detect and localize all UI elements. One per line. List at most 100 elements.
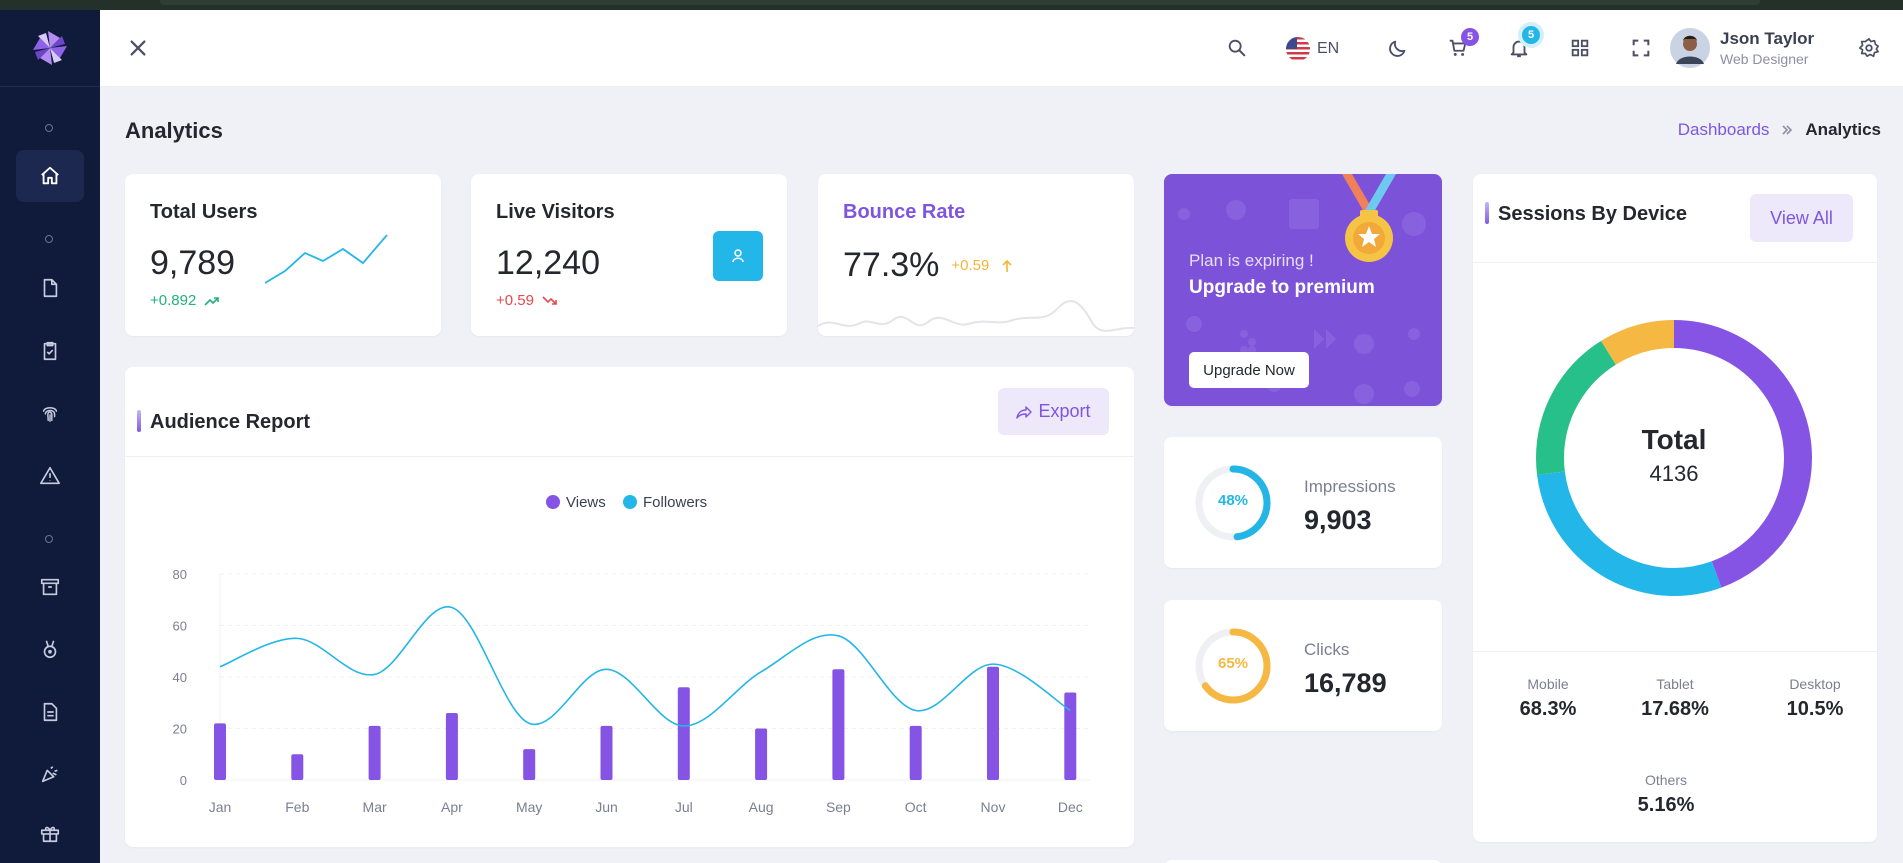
bar-views-may[interactable] [523,749,536,780]
live-visitors-card: Live Visitors 12,240 +0.59 [471,174,787,336]
top-header: EN 5 5 Json Taylor Web Designer [100,10,1903,87]
bar-views-aug[interactable] [755,728,768,781]
bar-views-apr[interactable] [445,713,458,780]
device-name: Desktop [1789,676,1841,692]
cart-button[interactable]: 5 [1443,28,1479,63]
card-divider [1473,651,1877,652]
upgrade-now-button[interactable]: Upgrade Now [1189,352,1309,388]
notifications-count-badge: 5 [1522,26,1540,44]
bounce-rate-sparkline [818,300,1134,332]
sidebar-item-errors[interactable] [16,450,84,502]
sidebar-item-gifts[interactable] [16,807,84,859]
bar-views-jan[interactable] [214,723,226,780]
y-tick-label: 80 [173,567,187,582]
close-sidebar-button[interactable] [123,33,153,63]
bar-views-sep[interactable] [832,669,845,780]
audience-chart: Views Followers 0 20 40 60 80 Jan Feb Mar Apr May Ju… [173,494,1090,815]
bar-views-oct[interactable] [909,725,922,780]
language-selector[interactable]: EN [1285,36,1339,62]
us-flag-icon [1286,37,1310,61]
avatar [1670,28,1710,68]
sidebar-item-archive[interactable] [16,561,84,613]
theme-toggle-button[interactable] [1383,33,1413,63]
impressions-value: 9,903 [1304,505,1372,535]
search-button[interactable] [1222,33,1252,63]
view-all-button[interactable]: View All [1750,194,1853,242]
sidebar-item-documents[interactable] [16,686,84,738]
impressions-label: Impressions [1304,477,1396,496]
user-role: Web Designer [1720,51,1809,67]
file-icon [43,278,58,298]
total-users-change: +0.892 [150,292,220,309]
settings-button[interactable] [1854,33,1884,63]
line-followers[interactable] [219,606,1071,727]
audience-report-title: Audience Report [150,411,311,433]
sidebar-item-tasks[interactable] [16,325,84,377]
bar-views-nov[interactable] [987,666,999,780]
device-stat-desktop: Desktop 10.5% [1760,676,1870,721]
card-divider [1473,262,1877,263]
bar-views-dec[interactable] [1064,692,1077,780]
x-tick-label: Mar [363,799,387,815]
legend-followers-label[interactable]: Followers [643,494,707,511]
export-button[interactable]: Export [998,388,1109,435]
bar-views-jul[interactable] [677,687,690,780]
sidebar-item-auth[interactable] [16,387,84,439]
double-chevron-right-icon [1782,125,1793,135]
device-stat-others: Others 5.16% [1611,772,1721,817]
title-accent-bar [1485,202,1489,224]
section-dot [45,535,53,543]
close-icon [130,40,146,56]
fullscreen-icon [1632,39,1650,57]
pinwheel-logo-icon [33,31,67,65]
section-dot [45,235,53,243]
total-users-value: 9,789 [150,244,236,282]
medal-ribbon-icon [1342,174,1396,262]
x-tick-label: Jun [595,799,618,815]
app-logo[interactable] [0,10,100,87]
sidebar [0,10,100,863]
total-users-change-value: +0.892 [150,292,197,309]
x-tick-label: Dec [1058,799,1083,815]
sidebar-item-pages[interactable] [16,262,84,314]
notifications-button[interactable]: 5 [1504,26,1540,63]
grid-icon [1571,39,1589,57]
donut-total-label: Total [1641,424,1707,455]
legend-views-label[interactable]: Views [566,494,606,511]
legend-views-marker[interactable] [546,495,560,509]
document-icon [43,702,58,722]
sidebar-item-awards[interactable] [16,623,84,675]
card-divider [125,456,1134,457]
bar-views-feb[interactable] [291,754,304,780]
clicks-label: Clicks [1304,640,1350,659]
live-visitors-value: 12,240 [496,244,600,282]
device-value: 68.3% [1519,698,1577,720]
medal-icon [43,640,57,659]
breadcrumb-dashboards[interactable]: Dashboards [1678,120,1770,140]
export-label: Export [1038,401,1091,421]
impressions-percent: 48% [1217,492,1249,509]
language-code: EN [1317,40,1340,57]
y-tick-label: 0 [180,773,187,788]
sidebar-item-home[interactable] [16,150,84,202]
sidebar-item-celebrate[interactable] [16,748,84,800]
device-value: 5.16% [1637,794,1695,816]
device-name: Mobile [1527,676,1569,692]
warning-icon [40,466,60,485]
legend-followers-marker[interactable] [623,495,637,509]
bar-views-mar[interactable] [368,725,381,780]
user-name: Json Taylor [1720,29,1815,48]
y-tick-label: 60 [173,619,187,634]
trending-down-icon [542,295,557,305]
promo-line1: Plan is expiring ! [1189,251,1314,270]
bounce-rate-change: +0.59 [951,257,990,274]
browser-bar [160,0,1760,5]
user-profile[interactable]: Json Taylor Web Designer [1670,28,1814,68]
apps-button[interactable] [1565,33,1595,63]
sessions-donut-chart [1536,320,1812,596]
x-tick-label: Jul [675,799,693,815]
total-users-sparkline [265,234,388,284]
bounce-rate-label: Bounce Rate [843,201,966,223]
bar-views-jun[interactable] [600,725,613,780]
fullscreen-button[interactable] [1626,33,1656,63]
